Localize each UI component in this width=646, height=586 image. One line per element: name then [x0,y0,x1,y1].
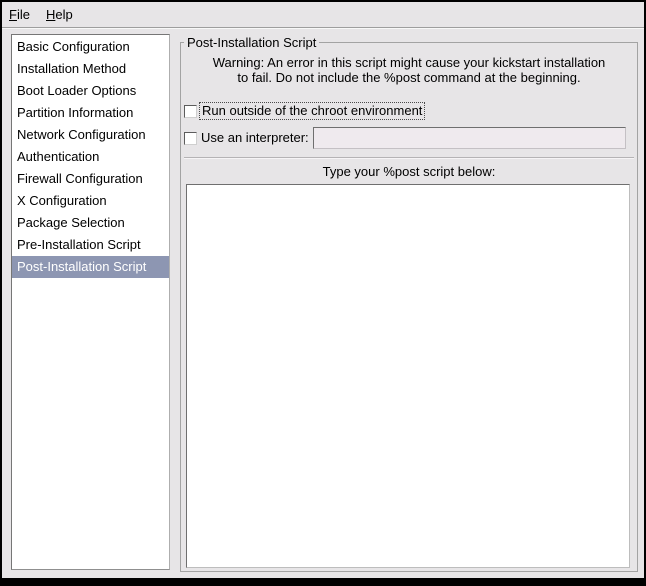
sidebar-item-partition-information[interactable]: Partition Information [12,102,169,124]
horizontal-separator [184,157,634,159]
sidebar-item-boot-loader-options[interactable]: Boot Loader Options [12,80,169,102]
sidebar-item-pre-installation-script[interactable]: Pre-Installation Script [12,234,169,256]
chroot-checkbox-label[interactable]: Run outside of the chroot environment [199,102,425,120]
menu-file[interactable]: File [7,6,32,24]
chroot-checkbox[interactable] [184,105,197,118]
warning-line-1: Warning: An error in this script might c… [181,55,637,70]
post-script-textarea[interactable] [186,184,630,568]
sidebar-item-basic-configuration[interactable]: Basic Configuration [12,36,169,58]
sidebar-item-installation-method[interactable]: Installation Method [12,58,169,80]
sidebar-item-x-configuration[interactable]: X Configuration [12,190,169,212]
warning-text: Warning: An error in this script might c… [181,55,637,85]
sidebar-item-network-configuration[interactable]: Network Configuration [12,124,169,146]
post-installation-script-frame: Post-Installation Script Warning: An err… [180,42,638,572]
menu-help-label: elp [55,7,72,22]
category-list: Basic Configuration Installation Method … [11,34,170,570]
interpreter-checkbox-row: Use an interpreter: [184,128,309,148]
sidebar-item-package-selection[interactable]: Package Selection [12,212,169,234]
menu-file-mnemonic: F [9,7,17,22]
menu-bar: File Help [2,2,644,27]
sidebar-item-firewall-configuration[interactable]: Firewall Configuration [12,168,169,190]
interpreter-checkbox[interactable] [184,132,197,145]
kickstart-configurator-window: File Help Basic Configuration Installati… [0,0,646,586]
interpreter-input[interactable] [313,127,626,149]
chroot-checkbox-row: Run outside of the chroot environment [184,101,425,121]
sidebar-item-post-installation-script[interactable]: Post-Installation Script [12,256,169,278]
menu-help-mnemonic: H [46,7,55,22]
warning-line-2: to fail. Do not include the %post comman… [181,70,637,85]
menu-help[interactable]: Help [44,6,75,24]
menubar-separator [2,27,644,29]
sidebar-item-authentication[interactable]: Authentication [12,146,169,168]
script-label: Type your %post script below: [181,164,637,179]
menu-file-label: ile [17,7,30,22]
frame-title: Post-Installation Script [184,35,319,50]
interpreter-checkbox-label[interactable]: Use an interpreter: [201,130,309,146]
